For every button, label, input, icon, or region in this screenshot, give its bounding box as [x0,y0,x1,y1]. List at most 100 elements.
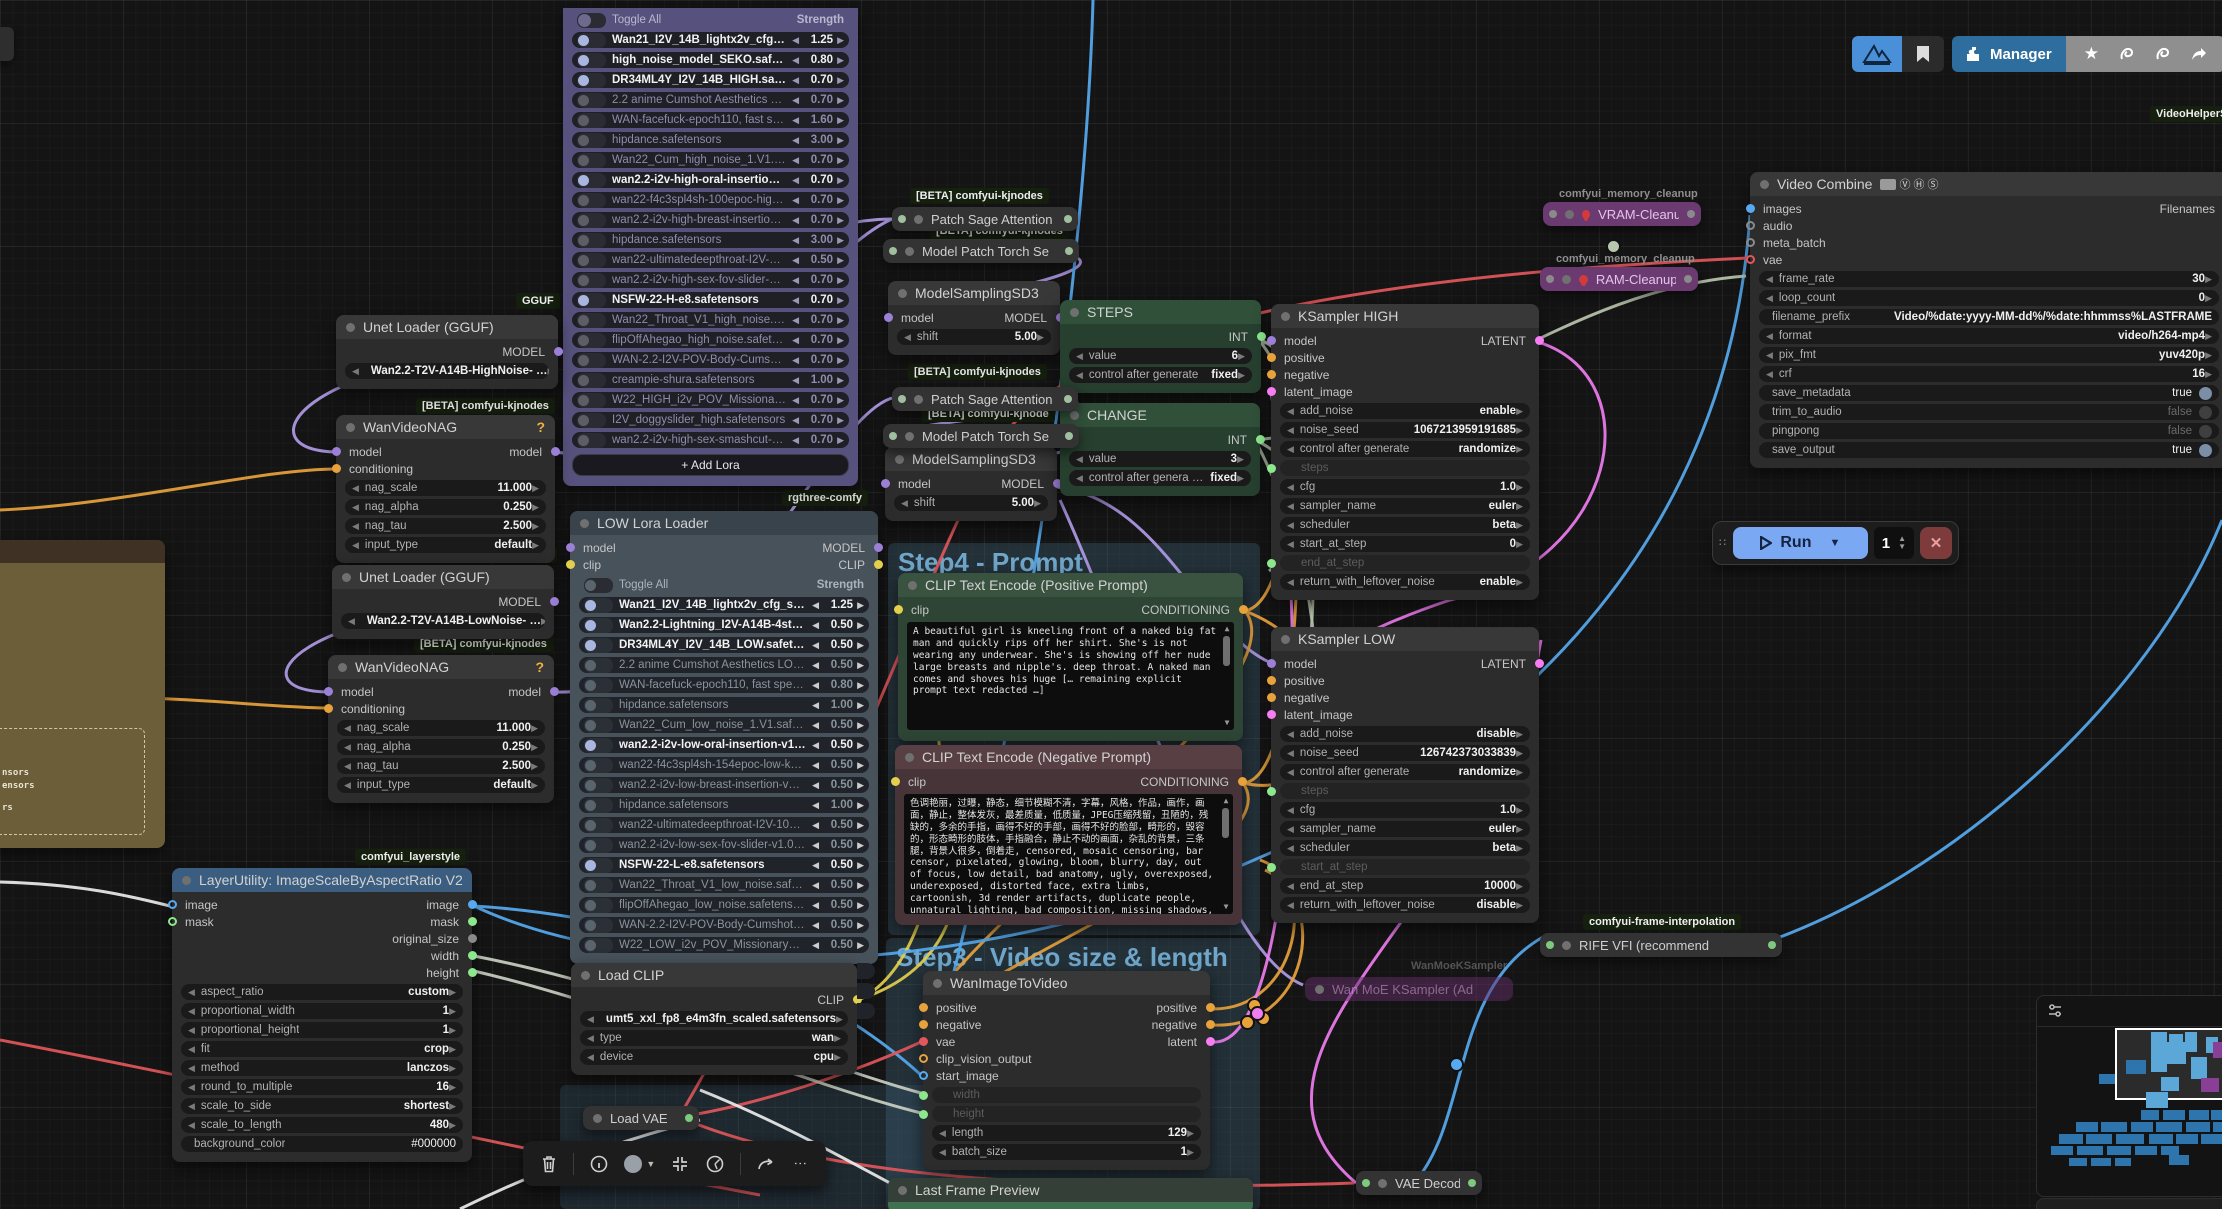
increment-icon[interactable]: ▶ [1516,900,1523,911]
node-collapse-dot[interactable] [338,663,347,672]
decrement-icon[interactable]: ◀ [1287,406,1294,417]
decrement-icon[interactable]: ◀ [188,1101,195,1112]
widget-pix_fmt[interactable]: ◀pix_fmtyuv420p▶ [1759,347,2219,363]
decrement-icon[interactable]: ◀ [812,620,819,631]
workflow-b-icon[interactable] [2155,46,2171,62]
increment-icon[interactable]: ▶ [857,860,864,871]
node-layer-utility-imagescale[interactable]: LayerUtility: ImageScaleByAspectRatio V2… [172,868,472,1162]
increment-icon[interactable]: ▶ [857,780,864,791]
node-modelsampling-sd3-2[interactable]: ModelSamplingSD3modelMODEL◀shift5.00▶ [885,447,1057,521]
output-port-model[interactable] [550,687,559,696]
increment-icon[interactable]: ▶ [2205,274,2212,285]
widget-crf[interactable]: ◀crf16▶ [1759,366,2219,382]
decrement-icon[interactable]: ◀ [188,987,195,998]
decrement-icon[interactable]: ◀ [352,502,359,513]
output-port[interactable] [1064,395,1072,403]
reroute-dot[interactable] [1250,1006,1265,1021]
node-collapse-dot[interactable] [898,289,907,298]
lora-row[interactable]: Wan21_I2V_14B_lightx2v_cfg_step_distill_… [579,597,869,613]
widget-proportional_height[interactable]: ◀proportional_height1▶ [181,1022,463,1038]
decrement-icon[interactable]: ◀ [344,742,351,753]
increment-icon[interactable]: ▶ [1516,824,1523,835]
decrement-icon[interactable]: ◀ [792,175,799,186]
input-port-positive[interactable] [1267,676,1276,685]
increment-icon[interactable]: ▶ [2205,350,2212,361]
widget-value[interactable]: ◀value6▶ [1069,348,1252,364]
node-collapse-dot[interactable] [1562,941,1571,950]
node-header-layer-utility-imagescale[interactable]: LayerUtility: ImageScaleByAspectRatio V2 [172,868,472,892]
node-load-clip[interactable]: Load CLIPCLIP◀cl…umt5_xxl_fp8_e4m3fn_sca… [571,963,857,1075]
widget-save_output[interactable]: save_outputtrue [1759,442,2219,458]
widget-pingpong[interactable]: pingpongfalse [1759,423,2219,439]
input-port-height[interactable] [919,1110,928,1119]
widget-start_at_step[interactable]: start_at_step [1280,859,1530,875]
increment-icon[interactable]: ▶ [857,700,864,711]
redo-icon[interactable] [757,1156,777,1172]
node-header-clip-text-encode-positive[interactable]: CLIP Text Encode (Positive Prompt) [898,573,1243,597]
node-header-unet-loader-low[interactable]: Unet Loader (GGUF) [332,565,554,589]
node-lora-loader-low[interactable]: LOW Lora LoadermodelMODELclipCLIPToggle … [570,511,878,964]
widget-width[interactable]: width [932,1087,1201,1103]
node-collapse-dot[interactable] [1378,1179,1387,1188]
increment-icon[interactable]: ▶ [857,900,864,911]
widget-batch_size[interactable]: ◀batch_size1▶ [932,1144,1201,1160]
node-change[interactable]: CHANGEINT◀value3▶◀control after genera …… [1060,403,1260,496]
decrement-icon[interactable]: ◀ [188,1063,195,1074]
lora-row[interactable]: wan2.2-i2v-low-oral-insertion-v1.0.safet… [579,737,869,753]
decrement-icon[interactable]: ◀ [344,723,351,734]
widget-trim_to_audio[interactable]: trim_to_audiofalse [1759,404,2219,420]
star-icon[interactable]: ★ [2084,44,2099,64]
increment-icon[interactable]: ▶ [449,987,456,998]
lora-toggle[interactable] [584,938,613,953]
node-clip-text-encode-positive[interactable]: CLIP Text Encode (Positive Prompt)clipCO… [898,573,1243,741]
output-port-width[interactable] [468,951,477,960]
decrement-icon[interactable]: ◀ [812,920,819,931]
input-port-latent_image[interactable] [1267,387,1276,396]
increment-icon[interactable]: ▶ [837,335,844,346]
node-collapse-dot[interactable] [1315,985,1324,994]
increment-icon[interactable]: ▶ [857,720,864,731]
count-stepper[interactable]: ▲▼ [1898,535,1906,551]
widget-scheduler[interactable]: ◀schedulerbeta▶ [1280,840,1530,856]
add-lora-button[interactable]: + Add Lora [572,454,849,476]
increment-icon[interactable]: ▶ [1237,454,1244,465]
increment-icon[interactable]: ▶ [857,600,864,611]
lora-row[interactable]: wan2.2-i2v-high-oral-insertion-v1.0.saf…… [572,172,849,188]
increment-icon[interactable]: ▶ [1516,406,1523,417]
decrement-icon[interactable]: ◀ [812,820,819,831]
decrement-icon[interactable]: ◀ [352,540,359,551]
increment-icon[interactable]: ▶ [1187,1147,1194,1158]
input-port-vae[interactable] [1746,255,1755,264]
node-collapse-dot[interactable] [1070,308,1079,317]
increment-icon[interactable]: ▶ [857,800,864,811]
widget-loop_count[interactable]: ◀loop_count0▶ [1759,290,2219,306]
lora-row[interactable]: DR34ML4Y_I2V_14B_HIGH.safetensors◀0.70▶ [572,72,849,88]
increment-icon[interactable]: ▶ [548,366,550,377]
decrement-icon[interactable]: ◀ [812,760,819,771]
decrement-icon[interactable]: ◀ [812,640,819,651]
node-patch-sage-attention-1[interactable]: Patch Sage Attention [892,207,1078,231]
input-port-model[interactable] [881,479,890,488]
increment-icon[interactable]: ▶ [857,660,864,671]
widget-shift[interactable]: ◀shift5.00▶ [894,495,1048,511]
minimap-panel[interactable] [2036,995,2222,1197]
run-options-chevron-icon[interactable]: ▼ [1829,537,1840,549]
increment-icon[interactable]: ▶ [1187,1128,1194,1139]
increment-icon[interactable]: ▶ [532,502,539,513]
input-port-image[interactable] [168,900,177,909]
lora-toggle[interactable] [584,858,613,873]
input-port[interactable] [898,215,906,223]
input-port-width[interactable] [919,1091,928,1100]
node-collapse-dot[interactable] [914,395,923,404]
widget-steps[interactable]: steps [1280,783,1530,799]
increment-icon[interactable]: ▶ [837,255,844,266]
output-port[interactable] [1684,275,1692,283]
batch-count-field[interactable]: 1 ▲▼ [1874,527,1914,559]
reroute-dot[interactable] [1449,1057,1464,1072]
decrement-icon[interactable]: ◀ [1287,767,1294,778]
decrement-icon[interactable]: ◀ [352,521,359,532]
widget-value[interactable]: ◀Wan2.2-T2V-A14B-LowNoise- …▶ [341,613,545,629]
node-collapse-dot[interactable] [1281,635,1290,644]
node-unet-loader-high[interactable]: Unet Loader (GGUF)MODEL◀Wan2.2-T2V-A14B-… [336,315,558,389]
node-collapse-dot[interactable] [1562,275,1571,284]
